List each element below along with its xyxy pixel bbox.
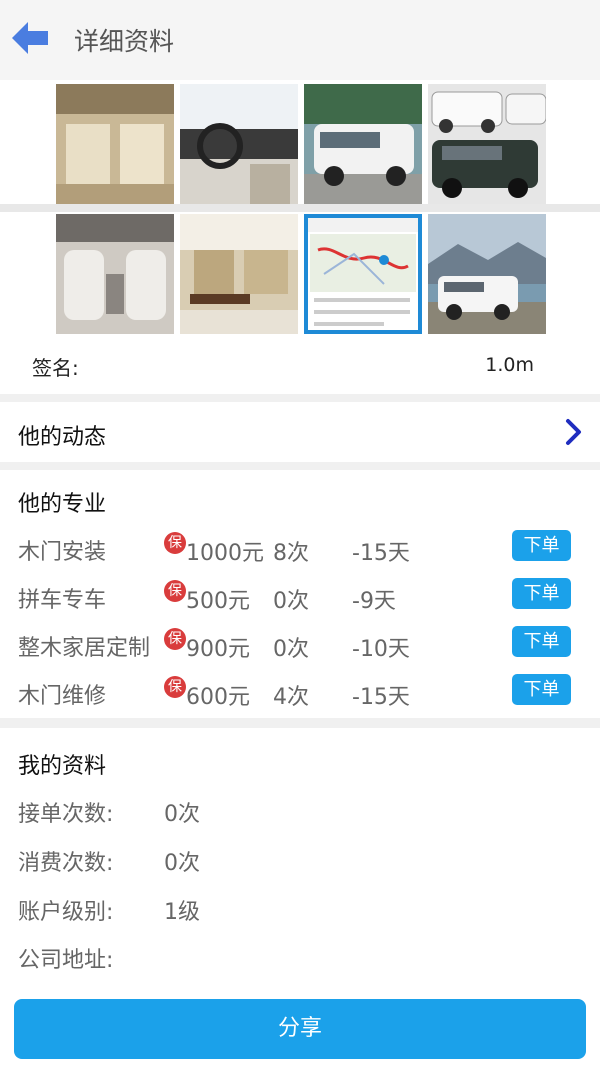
two-suvs-photo	[428, 84, 546, 204]
info-value: 0次	[164, 802, 200, 827]
service-price: 500元	[186, 589, 250, 614]
order-button[interactable]: 下单	[512, 530, 571, 561]
order-count: 4次	[273, 685, 309, 710]
order-count: 8次	[273, 541, 309, 566]
specialty-item: 拼车专车 保 500元 0次 -9天 下单	[0, 578, 600, 622]
service-name: 木门维修	[18, 684, 107, 709]
photo-thumb[interactable]	[304, 84, 422, 204]
service-days: -15天	[352, 541, 410, 566]
service-price: 1000元	[186, 541, 264, 566]
row-divider	[0, 204, 600, 212]
info-value: 1级	[164, 900, 200, 925]
guarantee-badge: 保	[164, 676, 186, 698]
car-interior-table-photo	[180, 214, 298, 334]
service-name: 拼车专车	[18, 588, 107, 613]
service-name: 整木家居定制	[18, 636, 151, 661]
photo-row-2	[0, 214, 600, 336]
info-label: 账户级别:	[18, 900, 114, 925]
specialty-item: 木门安装 保 1000元 8次 -15天 下单	[0, 530, 600, 574]
guarantee-badge: 保	[164, 532, 186, 554]
his-dynamics-row[interactable]: 他的动态	[0, 402, 600, 462]
info-label: 公司地址:	[18, 948, 114, 973]
guarantee-badge: 保	[164, 628, 186, 650]
his-dynamics-label: 他的动态	[18, 425, 107, 450]
order-button[interactable]: 下单	[512, 626, 571, 657]
back-button[interactable]	[8, 18, 52, 58]
guarantee-badge: 保	[164, 580, 186, 602]
service-days: -10天	[352, 637, 410, 662]
signature-label: 签名:	[32, 356, 79, 380]
photo-thumb[interactable]	[56, 214, 174, 334]
service-days: -15天	[352, 685, 410, 710]
order-button[interactable]: 下单	[512, 674, 571, 705]
van-interior-seats-photo	[56, 214, 174, 334]
order-count: 0次	[273, 589, 309, 614]
car-interior-rear-photo	[56, 84, 174, 204]
chevron-right-icon	[566, 419, 581, 445]
specialty-item: 木门维修 保 600元 4次 -15天 下单	[0, 674, 600, 718]
photo-row-1	[0, 84, 600, 206]
service-price: 900元	[186, 637, 250, 662]
distance-value: 1.0m	[485, 354, 534, 376]
arrow-left-icon	[12, 22, 48, 54]
info-label: 接单次数:	[18, 802, 114, 827]
specialty-section: 他的专业 木门安装 保 1000元 8次 -15天 下单 拼车专车 保 500元…	[0, 470, 600, 718]
white-suv-front-photo	[304, 84, 422, 204]
photo-thumb[interactable]	[428, 214, 546, 334]
service-price: 600元	[186, 685, 250, 710]
photo-section: 签名: 1.0m	[0, 80, 600, 394]
route-map-screenshot-photo	[304, 214, 422, 334]
my-info-title: 我的资料	[18, 754, 107, 779]
photo-thumb[interactable]	[304, 214, 422, 334]
car-dashboard-photo	[180, 84, 298, 204]
photo-thumb[interactable]	[180, 84, 298, 204]
share-button[interactable]: 分享	[14, 999, 586, 1059]
specialty-item: 整木家居定制 保 900元 0次 -10天 下单	[0, 626, 600, 670]
order-button[interactable]: 下单	[512, 578, 571, 609]
header-bar: 详细资料	[0, 0, 600, 80]
photo-thumb[interactable]	[56, 84, 174, 204]
photo-thumb[interactable]	[180, 214, 298, 334]
info-label: 消费次数:	[18, 851, 114, 876]
service-name: 木门安装	[18, 540, 107, 565]
info-value: 0次	[164, 851, 200, 876]
order-count: 0次	[273, 637, 309, 662]
service-days: -9天	[352, 589, 396, 614]
white-suv-lake-photo	[428, 214, 546, 334]
photo-thumb[interactable]	[428, 84, 546, 204]
page-title: 详细资料	[74, 27, 175, 56]
specialty-title: 他的专业	[18, 492, 107, 517]
